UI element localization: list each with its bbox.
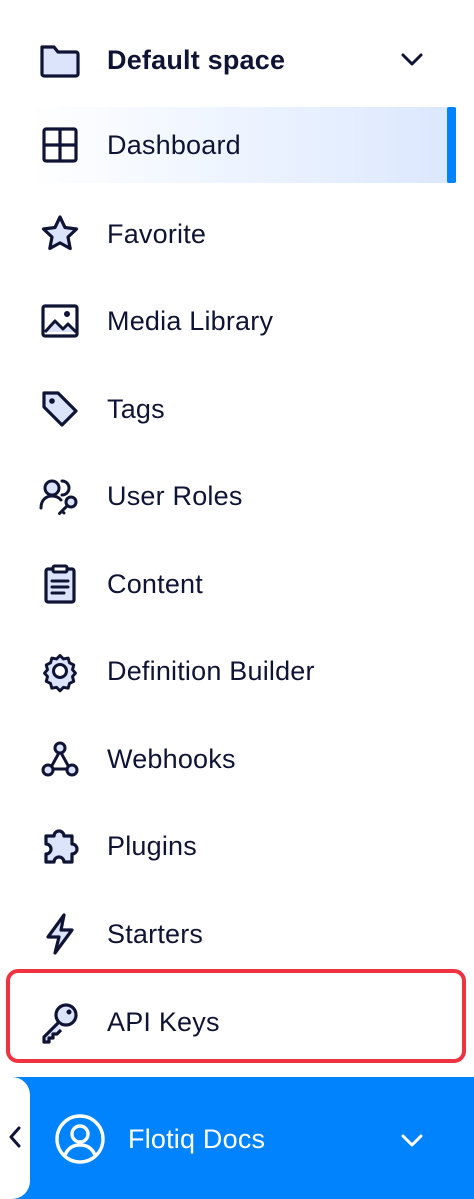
nav-item-webhooks[interactable]: Webhooks: [0, 721, 456, 797]
dashboard-grid-icon: [38, 123, 82, 167]
nav-item-definition-builder[interactable]: Definition Builder: [0, 633, 456, 709]
nav-item-plugins[interactable]: Plugins: [0, 808, 456, 884]
nav-item-label: Content: [107, 569, 203, 599]
folder-icon: [38, 38, 82, 82]
nav-item-tags[interactable]: Tags: [0, 371, 456, 447]
nav-item-favorite[interactable]: Favorite: [0, 196, 456, 272]
clipboard-icon: [38, 562, 82, 606]
active-indicator: [447, 107, 456, 183]
nav-item-starters[interactable]: Starters: [0, 896, 456, 972]
chevron-down-icon[interactable]: [398, 46, 426, 74]
space-name: Default space: [107, 45, 286, 75]
user-name: Flotiq Docs: [128, 1124, 266, 1154]
nav-item-dashboard[interactable]: Dashboard: [28, 107, 456, 183]
nav-item-user-roles[interactable]: User Roles: [0, 458, 456, 534]
nav-item-label: User Roles: [107, 481, 243, 511]
nav-item-label: Dashboard: [107, 130, 241, 160]
nav-item-api-keys[interactable]: API Keys: [0, 984, 456, 1060]
nav-item-media-library[interactable]: Media Library: [0, 283, 456, 359]
sidebar: Default space Dashboard Favorite Media L…: [0, 0, 474, 1199]
lightning-icon: [38, 912, 82, 956]
user-roles-icon: [38, 474, 82, 518]
nav-item-label: Plugins: [107, 831, 197, 861]
nav-item-label: Webhooks: [107, 744, 236, 774]
tag-icon: [38, 387, 82, 431]
nav-item-label: Definition Builder: [107, 656, 315, 686]
nav-item-label: Tags: [107, 394, 165, 424]
chevron-left-icon: [9, 1126, 21, 1148]
gear-icon: [38, 649, 82, 693]
chevron-down-icon[interactable]: [398, 1127, 426, 1155]
key-icon: [38, 1000, 82, 1044]
nav-item-label: Favorite: [107, 219, 207, 249]
star-icon: [38, 212, 82, 256]
nav-item-label: Media Library: [107, 306, 274, 336]
nav-item-label: API Keys: [107, 1007, 220, 1037]
user-circle-icon: [54, 1113, 106, 1165]
space-selector[interactable]: Default space: [0, 18, 474, 102]
nav-item-content[interactable]: Content: [0, 546, 456, 622]
image-icon: [38, 299, 82, 343]
user-footer[interactable]: Flotiq Docs: [0, 1077, 474, 1199]
nav-item-label: Starters: [107, 919, 204, 949]
puzzle-icon: [38, 824, 82, 868]
collapse-sidebar-button[interactable]: [0, 1077, 30, 1199]
webhooks-icon: [38, 737, 82, 781]
